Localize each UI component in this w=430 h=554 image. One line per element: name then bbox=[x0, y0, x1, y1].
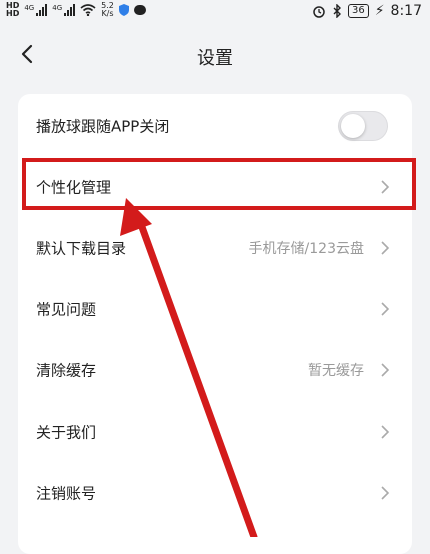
setting-value: 手机存储/123云盘 bbox=[248, 241, 364, 257]
setting-label: 播放球跟随APP关闭 bbox=[36, 117, 170, 136]
setting-row-about[interactable]: 关于我们 bbox=[18, 402, 412, 462]
chevron-right-icon bbox=[381, 241, 390, 255]
clock-time: 8:17 bbox=[390, 3, 422, 19]
annotation-highlight-box bbox=[22, 158, 416, 210]
setting-label: 清除缓存 bbox=[36, 361, 97, 380]
setting-label: 注销账号 bbox=[36, 484, 97, 503]
battery-icon: 36 bbox=[347, 4, 369, 18]
wifi-icon bbox=[80, 4, 96, 16]
bluetooth-icon bbox=[333, 4, 341, 18]
setting-row-clear-cache[interactable]: 清除缓存 暂无缓存 bbox=[18, 340, 412, 400]
shield-icon bbox=[118, 4, 129, 16]
navigation-bar: 设置 bbox=[0, 36, 430, 76]
setting-row-faq[interactable]: 常见问题 bbox=[18, 279, 412, 339]
signal-icon: 4G bbox=[52, 4, 76, 16]
chevron-right-icon bbox=[381, 425, 390, 439]
status-bar: HD HD 4G 4G 5.2 K/s 36 ⚡ 8:17 bbox=[0, 0, 430, 24]
network-type-label: 4G bbox=[52, 4, 63, 12]
charging-icon: ⚡ bbox=[374, 3, 385, 19]
setting-row-download-dir[interactable]: 默认下载目录 手机存储/123云盘 bbox=[18, 218, 412, 278]
alarm-icon bbox=[313, 6, 325, 18]
chevron-right-icon bbox=[381, 363, 390, 377]
setting-label: 默认下载目录 bbox=[36, 239, 127, 258]
setting-label: 常见问题 bbox=[36, 300, 97, 319]
chevron-right-icon bbox=[381, 486, 390, 500]
setting-value: 暂无缓存 bbox=[308, 363, 364, 379]
page-title: 设置 bbox=[197, 48, 233, 69]
signal-icon: 4G bbox=[24, 4, 48, 16]
setting-row-delete-account[interactable]: 注销账号 bbox=[18, 463, 412, 523]
speed-unit: K/s bbox=[101, 9, 114, 18]
setting-label: 关于我们 bbox=[36, 423, 97, 442]
setting-row-float-ball[interactable]: 播放球跟随APP关闭 bbox=[18, 96, 412, 156]
chevron-right-icon bbox=[381, 302, 390, 316]
network-type-label: 4G bbox=[24, 4, 35, 12]
toggle-switch[interactable] bbox=[338, 111, 388, 141]
chat-icon bbox=[133, 5, 146, 15]
hd-bottom-label: HD bbox=[6, 9, 20, 18]
toggle-knob bbox=[341, 114, 365, 138]
network-speed: 5.2 K/s bbox=[101, 2, 114, 18]
hd-indicator: HD HD bbox=[6, 2, 19, 18]
